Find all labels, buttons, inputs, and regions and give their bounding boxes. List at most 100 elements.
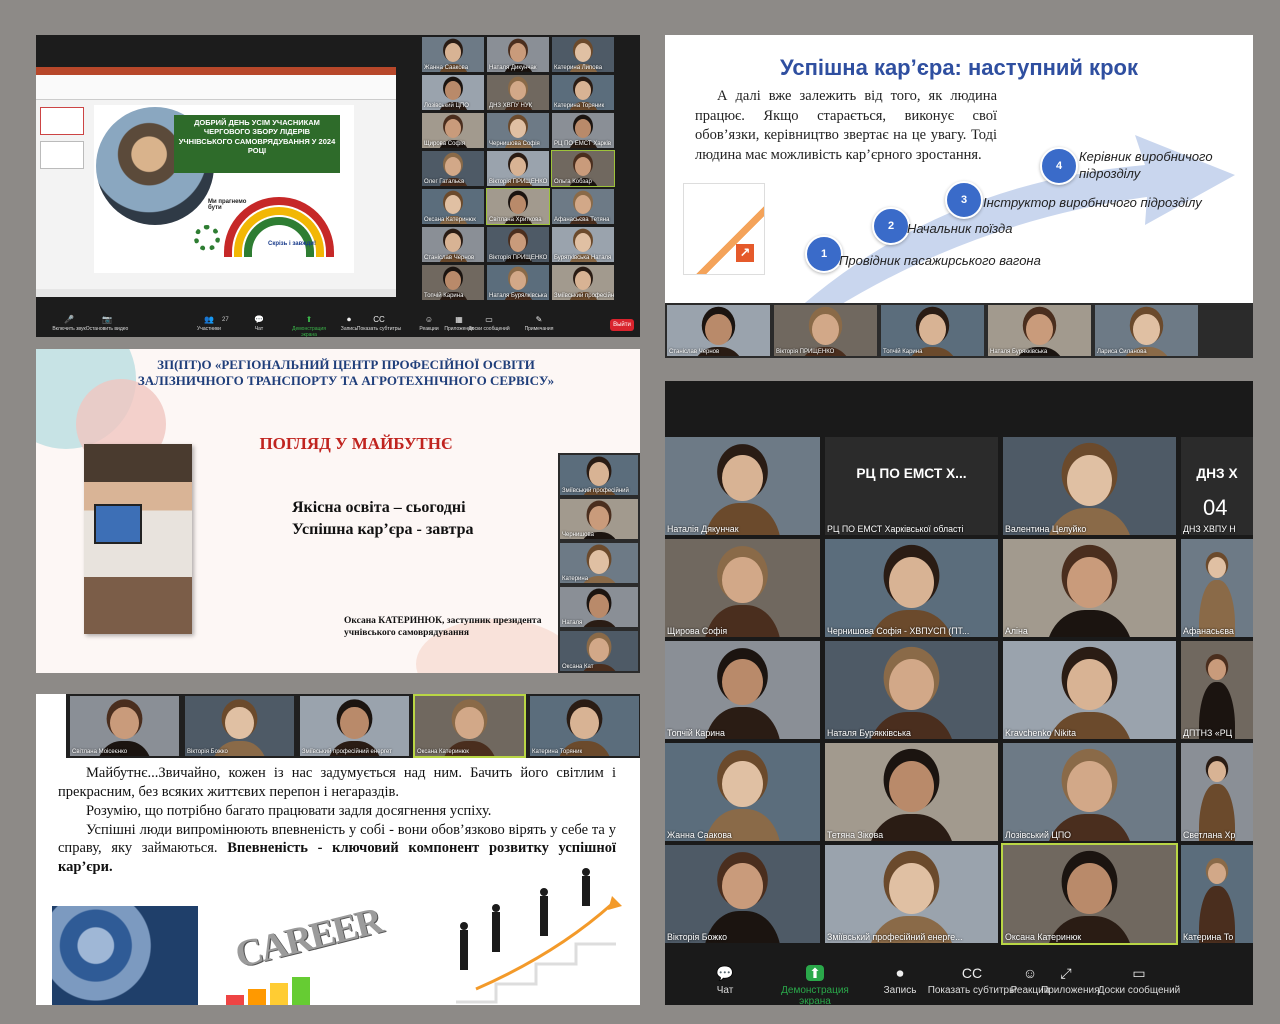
participant-name: Лариса Силанова — [1097, 349, 1147, 355]
clock-digits: 04 — [1203, 495, 1228, 520]
step-label: Провідник пасажирського вагона — [839, 253, 1041, 268]
participant-tile[interactable]: Олег Гатальєв — [422, 151, 484, 186]
participant-tile[interactable]: Топчій Карина — [665, 641, 820, 739]
participant-tile[interactable]: Зміївський професійний енерге... — [825, 845, 998, 943]
rainbow-top-text: Ми прагнемо бути — [208, 199, 247, 211]
participant-name: Чернишова — [562, 532, 594, 538]
participant-tile[interactable]: Щирова Софія — [665, 539, 820, 637]
person-figure — [1067, 862, 1112, 915]
participant-tile[interactable]: Ольга Кобзар — [551, 150, 615, 187]
participant-tile[interactable]: Наталя Бурякківська — [825, 641, 998, 739]
participant-tile[interactable]: Светлана Хр — [1181, 743, 1253, 841]
participant-tile[interactable]: Вікторія ПРИЩЕНКО — [487, 227, 549, 262]
participant-tile[interactable]: Вікторія ПРИЩЕНКО — [487, 151, 549, 186]
participant-tile[interactable]: Жанна Саакова — [665, 743, 820, 841]
participant-tile[interactable]: Світлана Хриткова — [486, 188, 550, 225]
participant-tile[interactable]: Лозівський ЦПО — [422, 75, 484, 110]
participant-grid: Жанна Саакова Наталя Дикунчак Катерина Лип… — [422, 35, 618, 300]
participant-tile[interactable]: РЦ ПО ЕМСТ Х... РЦ ПО ЕМСТ Харківської об… — [825, 437, 998, 535]
participant-tile[interactable]: Бурятківська Наталя — [552, 227, 614, 262]
toolbar-button[interactable]: CC Показать субтитры — [927, 965, 1017, 996]
person-figure — [110, 706, 139, 740]
toolbar-button[interactable]: ▭ Доски сообщений — [1097, 965, 1181, 996]
toolbar-label: Демонстрация экрана — [292, 326, 326, 337]
participant-tile[interactable]: Топчій Карина — [422, 265, 484, 300]
leave-button[interactable]: Выйти — [610, 319, 634, 331]
confidence-slide-panel: Світлана Моісеєнко Вікторія Божко Зміївськ… — [36, 694, 640, 1005]
person-figure — [722, 556, 763, 603]
ppt-thumbnails[interactable] — [40, 107, 84, 247]
participant-tile[interactable]: Оксана Катеринюк — [422, 189, 484, 224]
toolbar-button[interactable]: 💬 Чат — [705, 965, 745, 996]
participant-tile[interactable]: Валентина Целуйко — [1003, 437, 1176, 535]
participant-tile[interactable]: Афанасьєва — [1181, 539, 1253, 637]
participant-tile[interactable]: Kravchenko Nikita — [1003, 641, 1176, 739]
participant-tile[interactable]: РЦ ПО ЕМСТ Харків — [552, 113, 614, 148]
ppt-ribbon — [36, 75, 396, 100]
toolbar-button[interactable]: ⤢ Приложения — [1041, 965, 1100, 996]
participant-name: Оксана Катеринюк — [424, 217, 476, 223]
participant-name: Ольга Кобзар — [554, 179, 592, 185]
participant-tile[interactable]: Катерина Торяник — [552, 75, 614, 110]
participant-tile[interactable]: Лозівський ЦПО — [1003, 743, 1176, 841]
participant-tile[interactable]: Жанна Саакова — [422, 37, 484, 72]
participant-tile[interactable]: Зміївський професійний — [560, 455, 638, 495]
person-figure — [574, 157, 592, 176]
participant-tile[interactable]: Вікторія Божко — [185, 696, 294, 756]
toolbar-button[interactable]: 💬 Чат — [236, 315, 282, 332]
participant-tile[interactable]: Оксана Катеринюк — [1001, 843, 1178, 945]
participant-tile[interactable]: Світлана Моісеєнко — [70, 696, 179, 756]
meeting-toolbar: 🎤 Включить звук 📷 Остановить видео 👥 Участник… — [36, 315, 640, 337]
toolbar-label: Показать субтитры — [356, 326, 402, 332]
person-figure — [574, 43, 592, 62]
participant-tile[interactable]: Аліна — [1003, 539, 1176, 637]
participant-name: Афанасьєва Тетяна — [554, 217, 610, 223]
participant-tile[interactable]: Станіслав Чернов — [422, 227, 484, 262]
participant-tile[interactable]: Вікторія Божко — [665, 845, 820, 943]
participant-tile[interactable]: Чернишова — [560, 499, 638, 539]
participant-tile[interactable]: Наталія Дякунчак — [665, 437, 820, 535]
toolbar-icon: 💬 — [254, 315, 264, 324]
participant-tile[interactable]: Станіслав Чернов — [667, 305, 770, 356]
participant-tile[interactable]: Щирова Софія — [422, 113, 484, 148]
participant-tile[interactable]: Чернишова Софія — [487, 113, 549, 148]
participant-tile[interactable]: Оксана Катеринюк — [413, 694, 526, 758]
person-figure — [570, 706, 599, 740]
person-figure — [509, 119, 527, 138]
participant-tile[interactable]: Афанасьєва Тетяна — [552, 189, 614, 224]
participant-tile[interactable]: Катерина Торяник — [530, 696, 639, 756]
participant-tile[interactable]: Наталя Дикунчак — [487, 37, 549, 72]
participant-tile[interactable]: Катерина — [560, 543, 638, 583]
participant-tile[interactable]: Наталя Бурялківська — [487, 265, 549, 300]
participant-tile[interactable]: Катерина То — [1181, 845, 1253, 943]
participant-tile[interactable]: Наталя Бурякківська — [988, 305, 1091, 356]
participant-tile[interactable]: Чернишова Софія - ХВПУСП (ПТ... — [825, 539, 998, 637]
toolbar-button[interactable]: CC Показать субтитры — [356, 315, 402, 332]
toolbar-button[interactable]: 📷 Остановить видео — [84, 315, 130, 332]
participant-tile[interactable]: Зміївський професійний — [552, 265, 614, 300]
participant-tile[interactable]: Топчій Карина — [881, 305, 984, 356]
participant-tile[interactable]: Зміївський професійний енергет — [300, 696, 409, 756]
step-number-1: 1 — [805, 235, 843, 273]
participant-tile[interactable]: ДНЗ ХВПУ НУК — [487, 75, 549, 110]
participant-tile[interactable]: Наталя — [560, 587, 638, 627]
participant-name: Аліна — [1005, 626, 1028, 636]
person-figure — [340, 706, 369, 740]
toolbar-button[interactable]: ⏺ Запись — [873, 965, 927, 996]
participant-tile[interactable]: ДПТНЗ «РЦ — [1181, 641, 1253, 739]
toolbar-label: Чат — [716, 985, 734, 996]
participant-name: Олег Гатальєв — [424, 179, 465, 185]
toolbar-button[interactable]: ⬆ Демонстрация экрана — [765, 965, 865, 1005]
participant-tile[interactable]: Вікторія ПРИЩЕНКО — [774, 305, 877, 356]
toolbar-button[interactable]: ✎ Примечания — [516, 315, 562, 332]
participant-name: Щирова Софія — [667, 626, 728, 636]
participant-tile[interactable]: Оксана Кат — [560, 631, 638, 671]
participant-name: Вікторія ПРИЩЕНКО — [489, 255, 548, 261]
participant-tile[interactable]: Катерина Липова — [552, 37, 614, 72]
toolbar-icon: 📷 — [102, 315, 112, 324]
participant-tile[interactable]: Лариса Силанова — [1095, 305, 1198, 356]
participant-name: Тетяна Зікова — [827, 830, 884, 840]
toolbar-button[interactable]: ▭ Доски сообщений — [466, 315, 512, 332]
person-figure — [574, 271, 592, 290]
participant-tile[interactable]: Тетяна Зікова — [825, 743, 998, 841]
